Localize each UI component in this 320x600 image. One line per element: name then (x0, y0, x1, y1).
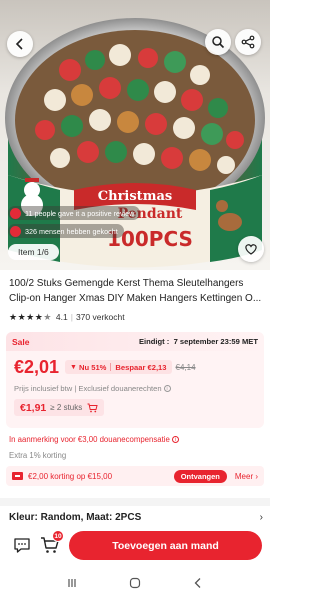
share-button[interactable] (235, 29, 261, 55)
bought-pill: 326 mensen hebben gekocht (8, 224, 124, 238)
tin-banner-line1: Christmas (98, 189, 172, 204)
variant-label: Kleur: Random, Maat: 2PCS (9, 512, 142, 523)
system-back-icon[interactable] (192, 577, 204, 589)
reviewer-avatar-icon (10, 207, 21, 219)
buyer-avatar-icon (10, 225, 21, 237)
rating-row[interactable]: ★ ★ ★ ★ ★ 4.1 | 370 verkocht (9, 312, 125, 322)
original-price: €4,14 (175, 362, 196, 372)
tax-note: Prijs inclusief btw | Exclusief douanere… (14, 384, 162, 393)
bulk-quantity: ≥ 2 stuks (50, 403, 83, 412)
bulk-price-chip[interactable]: €1,91 ≥ 2 stuks (14, 399, 105, 416)
variant-selector[interactable]: Kleur: Random, Maat: 2PCS › (9, 512, 263, 523)
recent-apps-icon[interactable] (66, 577, 78, 589)
share-icon (241, 35, 255, 49)
search-button[interactable] (205, 29, 231, 55)
tax-note-row[interactable]: Prijs inclusief btw | Exclusief douanere… (6, 379, 264, 393)
star-icon: ★ (34, 311, 43, 322)
extra-discount: Extra 1% korting (9, 451, 67, 460)
flame-icon: ▼ (70, 363, 77, 371)
heart-icon (245, 244, 257, 255)
discount-chip: ▼ Nu 51% Bespaar €2,13 (65, 360, 172, 374)
chip-divider (110, 363, 112, 371)
star-half-icon: ★ (43, 311, 52, 322)
wishlist-button[interactable] (238, 236, 264, 262)
bottom-action-bar: 10 Toevoegen aan mand (0, 530, 270, 564)
product-title[interactable]: 100/2 Stuks Gemengde Kerst Thema Sleutel… (9, 277, 263, 306)
deadline-label: Eindigt : (138, 337, 170, 346)
sold-count: 370 verkocht (75, 312, 125, 322)
compensation-text: In aanmerking voor €3,00 douanecompensat… (9, 435, 170, 444)
star-icon: ★ (17, 311, 26, 322)
discount-percent: Nu 51% (78, 362, 107, 372)
coupon-icon (12, 472, 23, 480)
chevron-left-icon (15, 38, 23, 50)
image-counter: Item 1/6 (8, 244, 59, 260)
save-amount: Bespaar €2,13 (115, 362, 167, 372)
sale-bar: Sale Eindigt : 7 september 23:59 MET (6, 332, 264, 351)
coupon-text: €2,00 korting op €15,00 (28, 471, 113, 481)
review-pill: 11 people gave it a positive review (8, 206, 141, 220)
system-nav-bar (0, 566, 270, 600)
rating-value: 4.1 (55, 312, 68, 322)
customs-compensation[interactable]: In aanmerking voor €3,00 douanecompensat… (9, 435, 179, 444)
more-coupons-link[interactable]: Meer › (235, 472, 258, 481)
price-row: €2,01 ▼ Nu 51% Bespaar €2,13 €4,14 (6, 351, 264, 379)
rating-separator: | (70, 312, 73, 322)
home-icon[interactable] (129, 577, 141, 589)
rating-stars: ★ ★ ★ ★ ★ (9, 311, 52, 322)
info-icon[interactable]: i (163, 385, 171, 392)
back-button[interactable] (7, 31, 33, 57)
add-to-cart-button[interactable]: Toevoegen aan mand (69, 531, 262, 560)
current-price: €2,01 (14, 356, 60, 377)
cart-small-icon (87, 403, 98, 412)
chevron-right-icon: › (259, 512, 263, 523)
star-icon: ★ (26, 311, 35, 322)
receive-coupon-button[interactable]: Ontvangen (173, 469, 227, 483)
info-icon[interactable]: i (171, 436, 179, 443)
bought-pill-text: 326 mensen hebben gekocht (25, 226, 118, 236)
sale-deadline: Eindigt : 7 september 23:59 MET (139, 337, 258, 346)
coupon-bar[interactable]: €2,00 korting op €15,00 Ontvangen Meer › (6, 466, 264, 486)
product-image-carousel[interactable]: Christmas Pendant 100PCS 11 people gave … (0, 0, 270, 270)
deadline-value: 7 september 23:59 MET (173, 337, 258, 346)
bulk-price: €1,91 (20, 401, 47, 414)
cart-count-badge: 10 (52, 530, 64, 542)
star-icon: ★ (9, 311, 18, 322)
chat-icon[interactable] (13, 536, 31, 554)
review-pill-text: 11 people gave it a positive review (25, 208, 135, 218)
price-card: Sale Eindigt : 7 september 23:59 MET €2,… (6, 332, 264, 428)
search-icon (212, 36, 225, 49)
section-divider (0, 498, 270, 506)
sale-label: Sale (12, 336, 30, 347)
